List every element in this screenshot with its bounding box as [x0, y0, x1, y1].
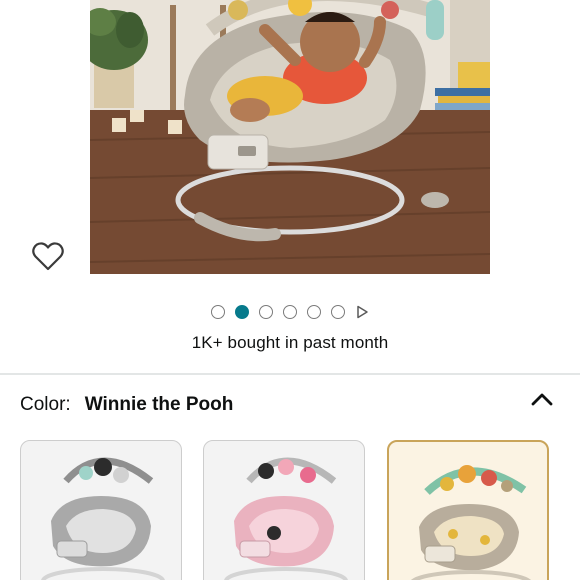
carousel-dot-4[interactable] [283, 305, 297, 319]
color-selector-row: Color: Winnie the Pooh [20, 394, 233, 416]
color-label: Color: [20, 394, 71, 415]
carousel-dot-5[interactable] [307, 305, 321, 319]
product-image[interactable] [90, 0, 490, 274]
carousel-dot-1[interactable] [211, 305, 225, 319]
color-swatch-winnie-the-pooh-selected[interactable] [387, 440, 549, 580]
carousel-dot-6[interactable] [331, 305, 345, 319]
chevron-up-icon[interactable] [528, 388, 556, 412]
play-triangle-icon[interactable] [355, 305, 369, 319]
carousel-dot-3[interactable] [259, 305, 273, 319]
selected-color-value: Winnie the Pooh [84, 394, 234, 415]
wishlist-heart-icon[interactable] [30, 238, 66, 274]
carousel-dot-2-active[interactable] [235, 305, 249, 319]
image-carousel-dots [0, 302, 580, 322]
section-divider [0, 373, 580, 375]
color-swatch-pink-minnie[interactable] [203, 440, 365, 580]
color-swatch-grey-mickey[interactable] [20, 440, 182, 580]
bought-count-text: 1K+ bought in past month [191, 333, 389, 352]
